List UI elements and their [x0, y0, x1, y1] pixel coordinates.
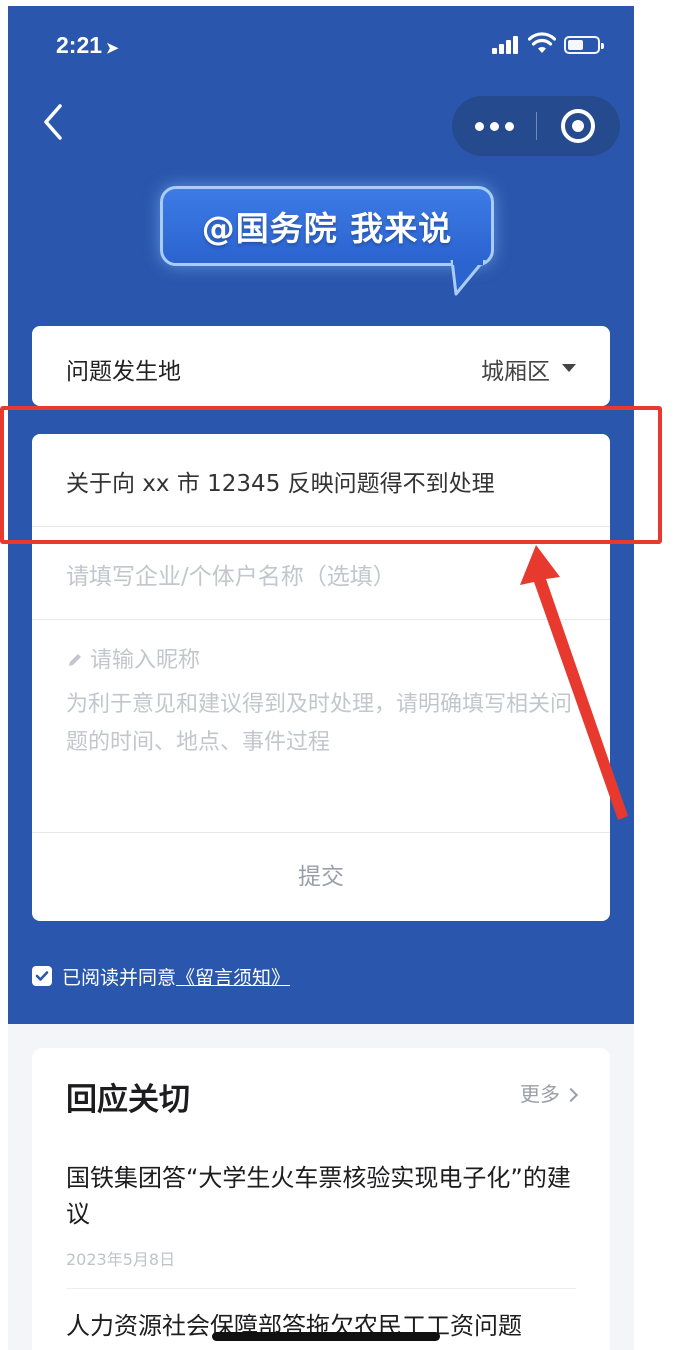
status-time: 2:21 ➤ — [56, 32, 119, 58]
chevron-right-icon — [563, 1087, 579, 1103]
chevron-left-icon — [44, 104, 62, 140]
nickname-input[interactable]: 请输入昵称 — [66, 642, 200, 674]
location-arrow-icon: ➤ — [106, 40, 119, 57]
section-title: 回应关切 — [66, 1082, 190, 1118]
more-button[interactable] — [452, 96, 536, 156]
divider — [66, 1288, 576, 1289]
more-link[interactable]: 更多 — [520, 1078, 579, 1107]
home-indicator — [212, 1332, 440, 1341]
location-label: 问题发生地 — [66, 359, 181, 385]
target-circle-icon — [561, 109, 595, 143]
pencil-icon — [69, 654, 81, 666]
content-textarea[interactable]: 请输入昵称 为利于意见和建议得到及时处理，请明确填写相关问题的时间、地点、事件过… — [32, 620, 610, 832]
miniprogram-capsule — [452, 96, 620, 156]
highlight-box — [0, 406, 662, 544]
agreement-row: 已阅读并同意 《留言须知》 — [32, 961, 290, 991]
response-section: 回应关切 更多 国铁集团答“大学生火车票核验实现电子化”的建议 2023年5月8… — [32, 1048, 610, 1350]
news-date: 2023年5月8日 — [66, 1250, 176, 1269]
location-selector[interactable]: 问题发生地 城厢区 — [32, 326, 610, 406]
back-button[interactable] — [36, 102, 72, 142]
battery-icon — [564, 36, 604, 54]
notice-link[interactable]: 《留言须知》 — [176, 963, 290, 990]
nickname-placeholder: 请输入昵称 — [90, 648, 201, 673]
caret-down-icon — [562, 364, 576, 372]
content-placeholder: 为利于意见和建议得到及时处理，请明确填写相关问题的时间、地点、事件过程 — [66, 692, 573, 755]
banner: @国务院 我来说 — [160, 186, 510, 296]
phone-screen: 2:21 ➤ @国务院 我来说 问题发生地 城厢区 关于向 xx 市 12345 … — [8, 6, 634, 1350]
checkmark-icon — [35, 971, 49, 981]
submit-button[interactable]: 提交 — [32, 833, 610, 921]
agreement-checkbox[interactable] — [32, 966, 52, 986]
close-button[interactable] — [548, 96, 620, 156]
banner-bubble: @国务院 我来说 — [160, 186, 494, 266]
capsule-divider — [536, 112, 537, 140]
banner-text: @国务院 我来说 — [201, 209, 453, 248]
cellular-signal-icon — [492, 36, 520, 54]
news-item[interactable]: 国铁集团答“大学生火车票核验实现电子化”的建议 2023年5月8日 — [66, 1160, 584, 1270]
wifi-icon — [528, 32, 556, 53]
company-placeholder: 请填写企业/个体户名称（选填） — [66, 564, 396, 590]
news-headline: 国铁集团答“大学生火车票核验实现电子化”的建议 — [66, 1164, 571, 1228]
location-value[interactable]: 城厢区 — [481, 352, 550, 386]
speech-tail-icon — [450, 260, 486, 296]
agreement-text: 已阅读并同意 — [62, 966, 177, 989]
